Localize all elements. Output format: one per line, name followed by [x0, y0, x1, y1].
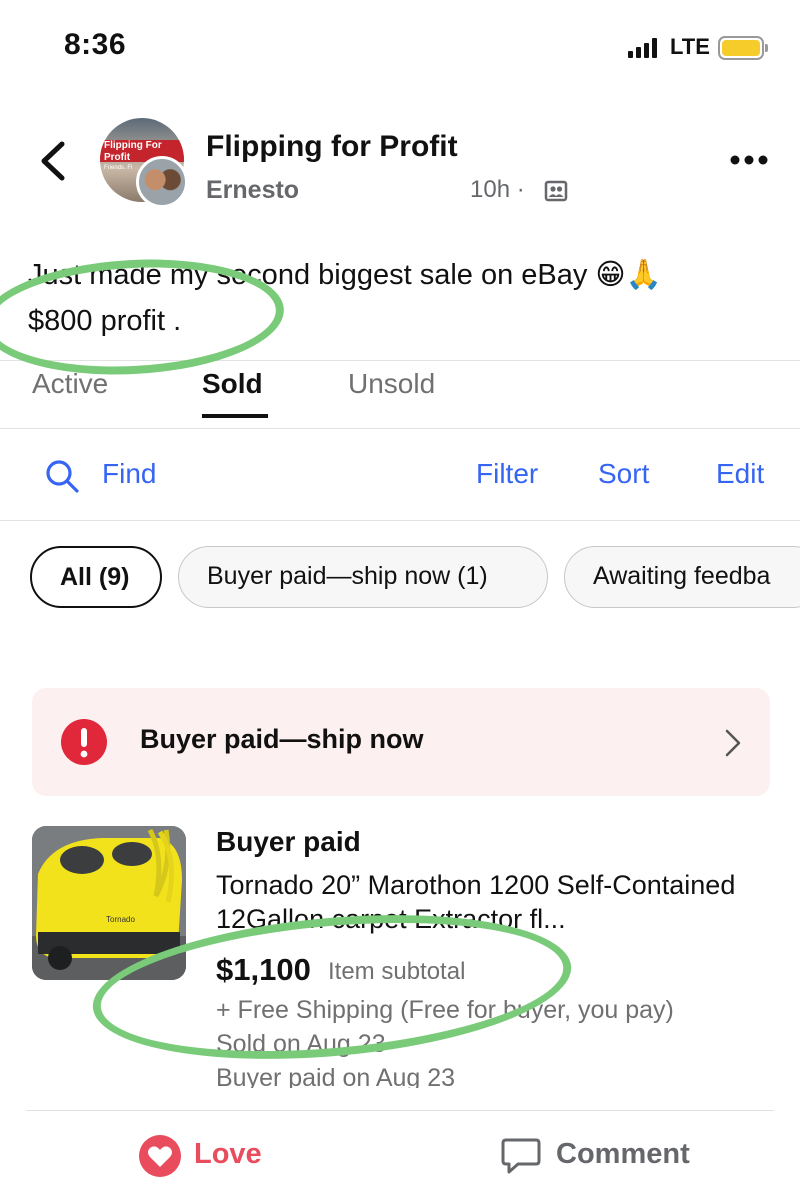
filter-button[interactable]: Filter	[476, 458, 538, 490]
privacy-icon	[544, 180, 568, 202]
alert-exclamation-icon	[61, 719, 107, 765]
status-bar: 8:36 LTE	[0, 0, 800, 96]
divider	[0, 428, 800, 429]
chevron-right-icon	[725, 729, 741, 757]
love-icon[interactable]	[138, 1134, 182, 1178]
filter-chip-all[interactable]: All (9)	[30, 546, 162, 608]
comment-icon[interactable]	[500, 1136, 542, 1176]
comment-button[interactable]: Comment	[556, 1138, 690, 1171]
alert-card[interactable]: Buyer paid—ship now	[32, 688, 770, 796]
author-name[interactable]: Ernesto	[206, 176, 299, 205]
alert-text: Buyer paid—ship now	[140, 724, 424, 754]
post-action-bar: Love Comment	[0, 1110, 800, 1200]
signal-icon	[628, 38, 657, 58]
edit-button[interactable]: Edit	[716, 458, 764, 490]
filter-chip-buyer-paid[interactable]: Buyer paid—ship now (1)	[178, 546, 548, 608]
author-avatar[interactable]	[136, 156, 188, 208]
item-paid-date: Buyer paid on Aug 23	[216, 1064, 456, 1088]
item-status: Buyer paid	[216, 826, 361, 857]
search-icon[interactable]	[44, 458, 80, 494]
sort-button[interactable]: Sort	[598, 458, 649, 490]
divider	[0, 520, 800, 521]
battery-icon	[718, 36, 768, 60]
status-time: 8:36	[64, 28, 127, 61]
tab-sold[interactable]: Sold	[202, 368, 263, 400]
back-chevron-icon[interactable]	[36, 138, 70, 184]
tab-unsold[interactable]: Unsold	[348, 368, 435, 400]
post-time[interactable]: 10h ·	[470, 176, 525, 204]
tab-underline	[202, 414, 268, 418]
network-label: LTE	[670, 34, 710, 59]
filter-chip-awaiting-feedback[interactable]: Awaiting feedba	[564, 546, 800, 608]
love-button[interactable]: Love	[194, 1138, 262, 1171]
find-button[interactable]: Find	[102, 458, 156, 490]
more-icon[interactable]	[728, 150, 770, 170]
ebay-toolbar: Find Filter Sort Edit	[0, 448, 800, 504]
svg-text:Tornado: Tornado	[106, 915, 135, 924]
group-name[interactable]: Flipping for Profit	[206, 130, 458, 164]
